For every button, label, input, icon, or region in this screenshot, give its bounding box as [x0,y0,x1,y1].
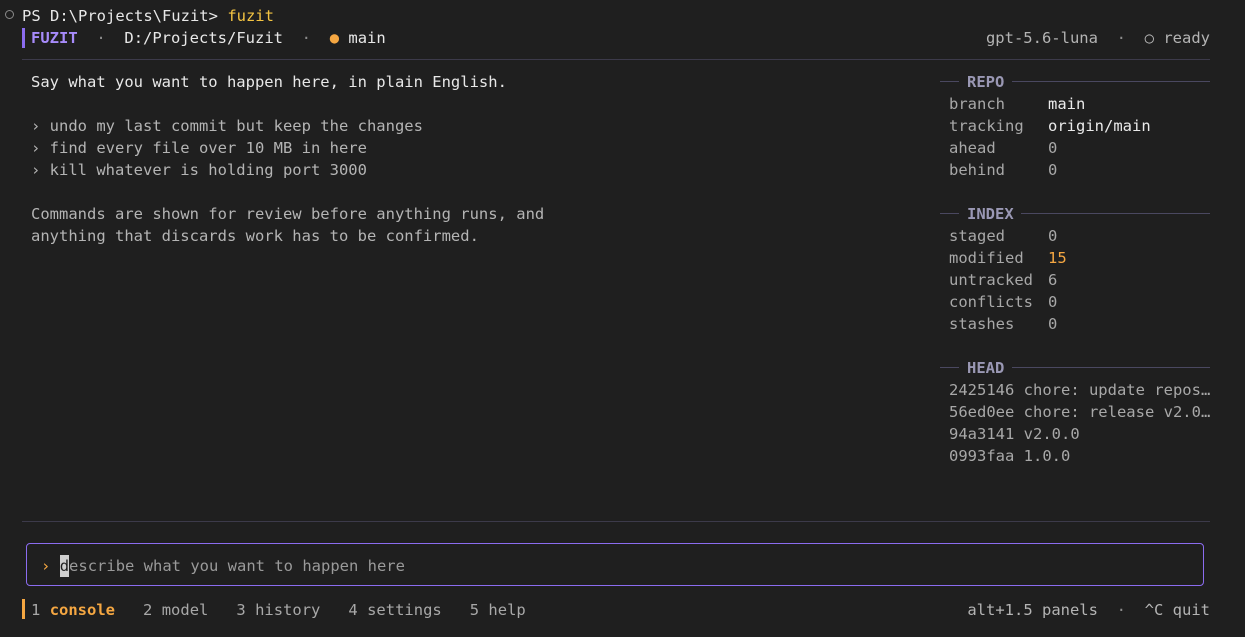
tab-settings[interactable]: 4 settings [348,601,441,619]
header-separator: · [96,29,106,47]
repo-value: 0 [1048,139,1058,157]
index-label: conflicts [949,293,1033,311]
index-value: 0 [1048,293,1058,311]
index-label: stashes [949,315,1015,333]
commit-entry: 56ed0ee chore: release v2.0… [949,403,1211,421]
header-separator: · [301,29,312,47]
review-note: Commands are shown for review before any… [31,205,545,223]
commit-entry: 94a3141 v2.0.0 [949,425,1080,443]
quit-hint: ^C quit [1144,601,1210,619]
branch-name: main [348,29,386,47]
index-label: untracked [949,271,1033,289]
repo-value: origin/main [1048,117,1151,135]
example-item: › undo my last commit but keep the chang… [31,117,423,135]
footer-separator: · [1116,601,1126,619]
repo-label: ahead [949,139,996,157]
repo-label: behind [949,161,1005,179]
tab-label: history [255,601,321,619]
header-accent-bar [22,28,25,48]
section-rule [940,213,959,214]
review-note: anything that discards work has to be co… [31,227,479,245]
input-placeholder: escribe what you want to happen here [69,557,405,575]
example-item: › kill whatever is holding port 3000 [31,161,367,179]
commit-entry: 2425146 chore: update repos… [949,381,1211,399]
tab-console[interactable]: 1 console [31,601,115,619]
tab-label: settings [367,601,442,619]
index-label: modified [949,249,1024,267]
example-item: › find every file over 10 MB in here [31,139,367,157]
section-rule [940,81,959,82]
tab-number: 4 [348,601,358,619]
tab-label: model [161,601,209,619]
repo-value: 0 [1048,161,1058,179]
text-cursor: d [59,555,70,577]
commit-entry: 0993faa 1.0.0 [949,447,1071,465]
repo-section-title: REPO [967,73,1005,91]
tab-model[interactable]: 2 model [143,601,208,619]
index-value: 6 [1048,271,1058,289]
input-divider [22,521,1210,522]
section-rule [1012,367,1210,368]
footer-tabs: 1 console 2 model 3 history 4 settings 5… [31,599,526,621]
index-value: 0 [1048,315,1058,333]
index-label: staged [949,227,1005,245]
branch-dot-icon: ● [329,29,340,47]
section-rule [1021,213,1210,214]
footer-hints: alt+1.5 panels · ^C quit [967,599,1210,621]
brand-name: FUZIT [31,29,78,47]
tab-number: 2 [143,601,153,619]
tab-label: help [488,601,526,619]
index-section-title: INDEX [967,205,1014,223]
header-separator: · [1116,29,1126,47]
index-value: 15 [1048,249,1067,267]
header-left: FUZIT · D:/Projects/Fuzit · ● main [31,27,386,49]
active-tab-indicator [22,599,25,619]
panels-hint: alt+1.5 panels [967,601,1098,619]
shell-prompt: PS D:\Projects\Fuzit> fuzit [22,5,274,27]
header-right: gpt-5.6-luna · ○ ready [986,27,1210,49]
input-chevron-icon: › [41,557,51,575]
shell-prompt-path: PS D:\Projects\Fuzit> [22,7,218,25]
terminal-status-icon [5,10,14,19]
header-divider [22,59,1210,60]
section-rule [1012,81,1210,82]
tab-help[interactable]: 5 help [470,601,526,619]
status-circle-icon: ○ [1144,29,1154,47]
repo-path: D:/Projects/Fuzit [124,29,283,47]
section-rule [940,367,959,368]
tab-number: 1 [31,601,41,619]
tab-number: 5 [469,601,480,619]
model-name[interactable]: gpt-5.6-luna [986,29,1098,47]
prompt-input-content[interactable]: › describe what you want to happen here [41,555,405,577]
tab-history[interactable]: 3 history [236,601,320,619]
repo-label: tracking [949,117,1024,135]
status-text: ready [1163,29,1210,47]
repo-label: branch [949,95,1005,113]
repo-value: main [1048,95,1086,113]
tab-label: console [49,601,116,619]
index-value: 0 [1048,227,1058,245]
intro-text: Say what you want to happen here, in pla… [31,73,507,91]
tab-number: 3 [236,601,246,619]
shell-command: fuzit [227,7,274,25]
head-section-title: HEAD [967,359,1005,377]
